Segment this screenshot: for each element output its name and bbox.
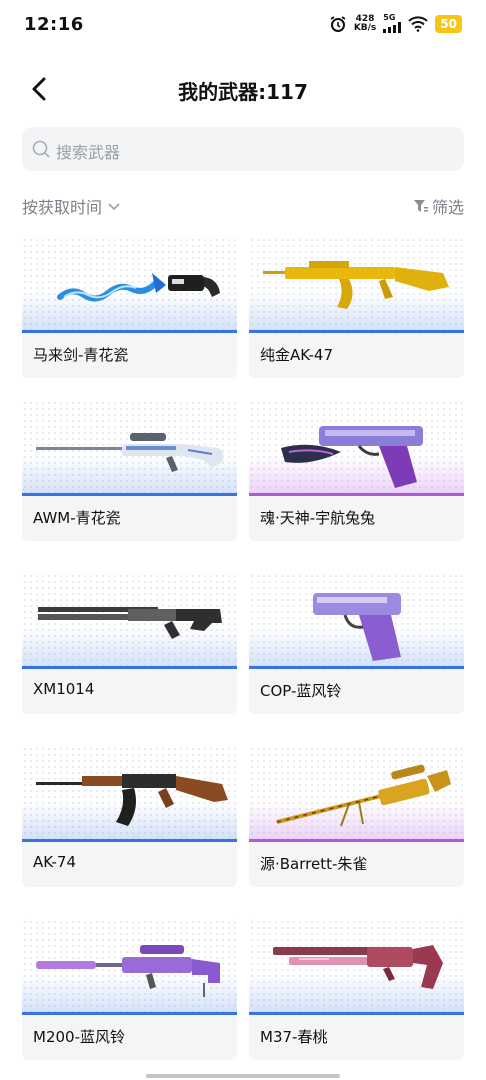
net-speed: 428 KB/s <box>353 13 377 33</box>
weapon-card[interactable]: M37-春桃 <box>249 919 464 1060</box>
status-icons: 428 KB/s 5G 50 <box>329 14 462 33</box>
weapon-name: AWM-青花瓷 <box>33 509 121 527</box>
weapon-image-xm1014 <box>22 573 237 669</box>
weapon-card[interactable]: AK-74 <box>22 746 237 887</box>
weapon-name: 纯金AK-47 <box>260 346 334 364</box>
weapon-image-ak74 <box>22 746 237 842</box>
weapon-card[interactable]: 源·Barrett-朱雀 <box>249 746 464 887</box>
wifi-icon <box>408 15 428 32</box>
weapon-name: 马来剑-青花瓷 <box>33 346 129 364</box>
filter-icon <box>413 200 428 212</box>
search-icon <box>32 140 50 158</box>
weapon-name: 魂·天神-宇航兔兔 <box>260 509 376 527</box>
weapon-card[interactable]: XM1014 <box>22 573 237 714</box>
filter-label: 筛选 <box>431 198 464 217</box>
battery-indicator: 50 <box>435 14 462 33</box>
weapon-name: XM1014 <box>33 680 95 698</box>
signal-icon <box>383 22 402 33</box>
weapon-image-m37 <box>249 919 464 1015</box>
page-header: 我的武器:117 <box>0 64 486 114</box>
filter-button[interactable]: 筛选 <box>413 194 464 218</box>
sort-dropdown[interactable]: 按获取时间 <box>22 194 122 218</box>
weapon-image-gold-ak47 <box>249 237 464 333</box>
weapon-name: COP-蓝风铃 <box>260 682 342 700</box>
chevron-down-icon <box>108 203 120 211</box>
weapon-card[interactable]: 马来剑-青花瓷 <box>22 237 237 378</box>
search-input[interactable]: 搜索武器 <box>22 127 464 171</box>
search-placeholder: 搜索武器 <box>56 143 121 162</box>
weapon-card[interactable]: 纯金AK-47 <box>249 237 464 378</box>
sort-filter-bar: 按获取时间 筛选 <box>22 194 464 218</box>
signal-indicator: 5G <box>383 14 402 33</box>
weapon-image-m200 <box>22 919 237 1015</box>
weapon-card[interactable]: AWM-青花瓷 <box>22 400 237 541</box>
weapon-name: 源·Barrett-朱雀 <box>260 855 368 873</box>
weapon-card[interactable]: 魂·天神-宇航兔兔 <box>249 400 464 541</box>
weapon-image-malay-sword <box>22 237 237 333</box>
weapon-card[interactable]: M200-蓝风铃 <box>22 919 237 1060</box>
home-indicator[interactable] <box>146 1074 340 1078</box>
weapon-image-barrett <box>249 746 464 842</box>
clock: 12:16 <box>24 14 84 35</box>
weapon-image-cop <box>249 573 464 669</box>
sort-label: 按获取时间 <box>22 198 103 217</box>
weapon-image-desert-eagle <box>249 400 464 496</box>
status-bar: 12:16 428 KB/s 5G 50 <box>0 0 486 50</box>
page-title: 我的武器:117 <box>178 80 308 104</box>
weapon-name: M37-春桃 <box>260 1028 328 1046</box>
alarm-icon <box>330 15 346 32</box>
weapon-name: M200-蓝风铃 <box>33 1028 125 1046</box>
weapon-name: AK-74 <box>33 853 77 871</box>
weapon-card[interactable]: COP-蓝风铃 <box>249 573 464 714</box>
weapon-image-awm <box>22 400 237 496</box>
